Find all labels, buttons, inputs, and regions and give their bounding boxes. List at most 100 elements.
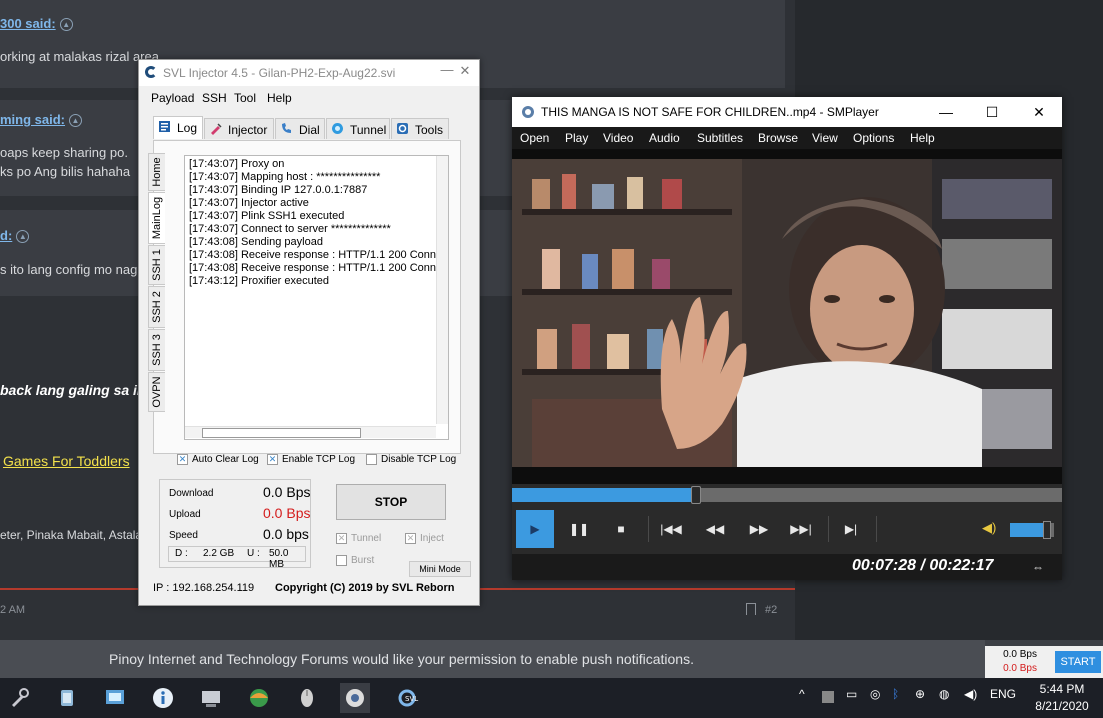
mouse-app-icon[interactable] xyxy=(292,683,322,713)
menu-browse[interactable]: Browse xyxy=(758,131,798,145)
bluetooth-icon[interactable]: ᛒ xyxy=(892,687,899,701)
clock[interactable]: 5:44 PM 8/21/2020 xyxy=(1024,681,1100,715)
minimize-button[interactable]: — xyxy=(439,62,455,82)
tab-dial[interactable]: Dial xyxy=(275,118,325,139)
play-button[interactable]: ▶ xyxy=(516,510,554,548)
seek-bar[interactable] xyxy=(512,484,1062,506)
language-indicator[interactable]: ENG xyxy=(990,687,1016,701)
svl-tray-icon[interactable]: ⊕ xyxy=(915,687,925,701)
seek-track[interactable] xyxy=(512,486,1062,504)
quote-author-link[interactable]: d: ▲ xyxy=(0,228,30,244)
mini-mode-button[interactable]: Mini Mode xyxy=(409,561,471,577)
side-tab-ssh1[interactable]: SSH 1 xyxy=(148,245,165,285)
fullscreen-icon[interactable]: ⇔ xyxy=(1032,560,1044,574)
forward-button[interactable]: ▶▶ xyxy=(740,510,778,548)
previous-button[interactable]: |◀◀ xyxy=(652,510,690,548)
video-display[interactable] xyxy=(512,149,1062,484)
side-tab-home[interactable]: Home xyxy=(148,153,165,191)
menu-open[interactable]: Open xyxy=(520,131,549,145)
data-usage: D : 2.2 GB U : 50.0 MB xyxy=(168,546,306,570)
svl-taskbar-icon[interactable]: SVL xyxy=(392,683,422,713)
rewind-button[interactable]: ◀◀ xyxy=(696,510,734,548)
globe-icon[interactable]: ◎ xyxy=(870,687,880,701)
menu-play[interactable]: Play xyxy=(565,131,588,145)
tab-log[interactable]: Log xyxy=(153,116,203,139)
chevron-up-icon[interactable]: ^ xyxy=(799,687,805,701)
log-line: [17:43:08] Receive response : HTTP/1.1 2… xyxy=(189,249,437,261)
signature-link[interactable]: Games For Toddlers xyxy=(3,453,130,469)
info-app-icon[interactable] xyxy=(148,683,178,713)
menu-video[interactable]: Video xyxy=(603,131,633,145)
post-number[interactable]: #2 xyxy=(765,604,777,616)
stop-button[interactable]: STOP xyxy=(336,484,446,520)
arrow-up-icon[interactable]: ▲ xyxy=(16,230,30,244)
menu-options[interactable]: Options xyxy=(853,131,894,145)
quote-author[interactable]: 300 said: xyxy=(0,16,56,31)
side-tab-ssh3[interactable]: SSH 3 xyxy=(148,329,165,371)
menu-help[interactable]: Help xyxy=(267,91,292,105)
svl-mini-widget[interactable]: 0.0 Bps 0.0 Bps START xyxy=(985,646,1103,678)
vertical-scrollbar[interactable] xyxy=(436,156,448,424)
window-titlebar[interactable]: SVL Injector 4.5 - Gilan-PH2-Exp-Aug22.s… xyxy=(139,60,479,86)
start-button[interactable]: START xyxy=(1055,651,1101,673)
window-titlebar[interactable]: THIS MANGA IS NOT SAFE FOR CHILDREN..mp4… xyxy=(512,97,1062,127)
seek-handle[interactable] xyxy=(691,486,702,504)
tab-injector[interactable]: Injector xyxy=(204,118,274,139)
disable-tcp-log-checkbox[interactable] xyxy=(366,454,377,465)
svg-text:SVL: SVL xyxy=(405,695,418,703)
menu-tool[interactable]: Tool xyxy=(234,91,256,105)
menu-help[interactable]: Help xyxy=(910,131,935,145)
close-button[interactable]: ✕ xyxy=(457,63,473,83)
menu-payload[interactable]: Payload xyxy=(151,91,194,105)
taskbar: SVL ^ ▭ ◎ ᛒ ⊕ ◍ ◀) ENG 5:44 PM 8/21/2020 xyxy=(0,678,1103,718)
side-tab-ovpn[interactable]: OVPN xyxy=(148,372,165,412)
enable-tcp-log-checkbox[interactable]: ✕ xyxy=(267,454,278,465)
speaker-icon[interactable]: ◀) xyxy=(964,687,977,701)
inject-checkbox[interactable]: ✕ xyxy=(405,533,416,544)
menu-ssh[interactable]: SSH xyxy=(202,91,227,105)
pause-button[interactable]: ❚❚ xyxy=(560,510,598,548)
volume-icon[interactable]: ◀) xyxy=(982,520,998,538)
inject-label: Inject xyxy=(420,533,444,544)
computer-app-icon[interactable] xyxy=(196,683,226,713)
quote-author-link[interactable]: ming said: ▲ xyxy=(0,112,83,128)
menu-view[interactable]: View xyxy=(812,131,838,145)
network-app-icon[interactable] xyxy=(244,683,274,713)
menu-audio[interactable]: Audio xyxy=(649,131,680,145)
tab-tools[interactable]: Tools xyxy=(391,118,449,139)
smplayer-taskbar-icon[interactable] xyxy=(340,683,370,713)
arrow-up-icon[interactable]: ▲ xyxy=(59,18,73,32)
side-tab-mainlog[interactable]: MainLog xyxy=(148,192,165,244)
volume-handle[interactable] xyxy=(1043,521,1052,539)
auto-clear-log-checkbox[interactable]: ✕ xyxy=(177,454,188,465)
quote-author[interactable]: d: xyxy=(0,228,12,243)
push-notification-bar[interactable]: Pinoy Internet and Technology Forums wou… xyxy=(0,640,985,678)
tunnel-checkbox[interactable]: ✕ xyxy=(336,533,347,544)
horizontal-scrollbar[interactable] xyxy=(185,426,436,438)
log-output[interactable]: [17:43:07] Proxy on [17:43:07] Mapping h… xyxy=(184,155,449,440)
close-button[interactable]: ✕ xyxy=(1026,101,1052,123)
stop-button[interactable]: ■ xyxy=(602,510,640,548)
minimize-button[interactable]: — xyxy=(933,101,959,123)
menu-subtitles[interactable]: Subtitles xyxy=(697,131,743,145)
quote-author-link[interactable]: 300 said: ▲ xyxy=(0,16,73,32)
tray-app-icon[interactable] xyxy=(822,691,834,703)
burst-checkbox[interactable] xyxy=(336,555,347,566)
volume-slider[interactable] xyxy=(1010,521,1054,539)
network-icon[interactable]: ◍ xyxy=(939,687,949,701)
frame-step-button[interactable]: ▶| xyxy=(832,510,870,548)
recycle-app-icon[interactable] xyxy=(52,683,82,713)
arrow-up-icon[interactable]: ▲ xyxy=(69,114,83,128)
bookmark-icon[interactable] xyxy=(746,603,756,615)
battery-icon[interactable]: ▭ xyxy=(846,687,857,701)
tab-tunnel[interactable]: Tunnel xyxy=(326,118,390,139)
maximize-button[interactable]: ☐ xyxy=(979,101,1005,123)
wrench-app-icon[interactable] xyxy=(4,683,34,713)
side-tab-ssh2[interactable]: SSH 2 xyxy=(148,286,165,328)
next-button[interactable]: ▶▶| xyxy=(782,510,820,548)
window-title: THIS MANGA IS NOT SAFE FOR CHILDREN..mp4… xyxy=(541,105,879,119)
control-panel-icon[interactable] xyxy=(100,683,130,713)
quote-author[interactable]: ming said: xyxy=(0,112,65,127)
scrollbar-thumb[interactable] xyxy=(202,428,361,438)
mini-upload-value: 0.0 Bps xyxy=(1003,663,1037,674)
